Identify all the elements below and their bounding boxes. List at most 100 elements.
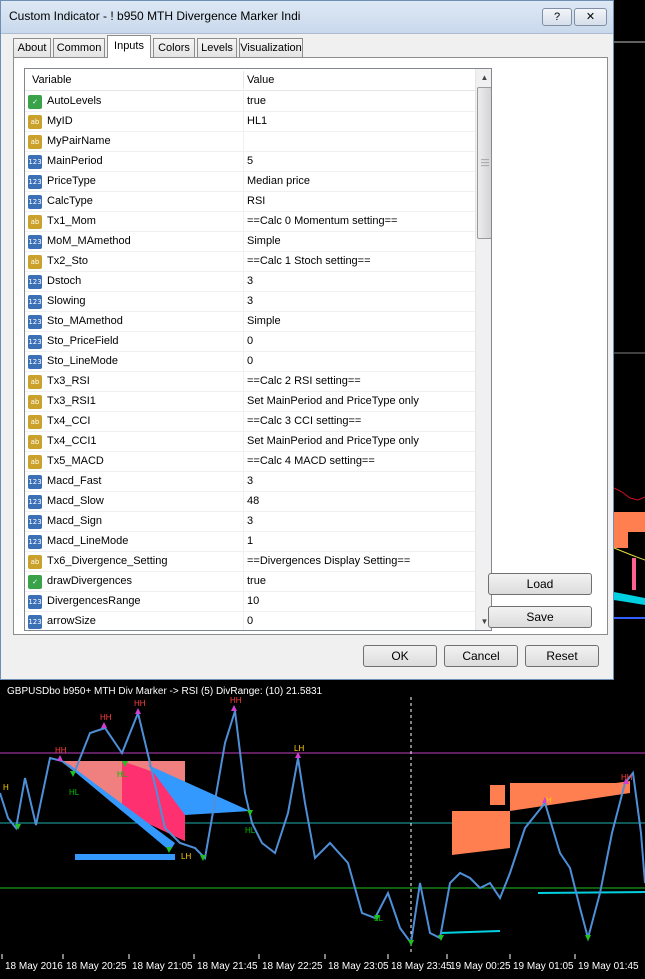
load-button[interactable]: Load [488, 573, 592, 595]
integer-icon: 123 [28, 475, 42, 489]
variable-name: drawDivergences [47, 575, 132, 587]
integer-icon: 123 [28, 535, 42, 549]
cancel-button[interactable]: Cancel [444, 645, 518, 667]
variable-value[interactable]: 10 [247, 595, 472, 607]
help-button[interactable]: ? [542, 8, 572, 26]
integer-icon: 123 [28, 155, 42, 169]
variable-value[interactable]: ==Calc 2 RSI setting== [247, 375, 472, 387]
variable-value[interactable]: Simple [247, 235, 472, 247]
close-button[interactable]: ✕ [574, 8, 607, 26]
input-row[interactable]: 123 PriceType Median price [25, 172, 475, 192]
variable-name: Tx4_CCI [47, 415, 91, 427]
variable-value[interactable]: ==Calc 3 CCI setting== [247, 415, 472, 427]
variable-value[interactable]: 0 [247, 355, 472, 367]
save-button[interactable]: Save [488, 606, 592, 628]
scroll-up-arrow-icon[interactable]: ▲ [477, 69, 491, 86]
input-row[interactable]: ab Tx1_Mom ==Calc 0 Momentum setting== [25, 212, 475, 232]
input-row[interactable]: ab Tx4_CCI ==Calc 3 CCI setting== [25, 412, 475, 432]
variable-value[interactable]: Simple [247, 315, 472, 327]
variable-value[interactable]: 5 [247, 155, 472, 167]
ok-button[interactable]: OK [363, 645, 437, 667]
time-label: 18 May 23:05 [328, 961, 389, 972]
tab-visualization[interactable]: Visualization [239, 38, 303, 58]
tab-common[interactable]: Common [53, 38, 105, 58]
tab-about[interactable]: About [13, 38, 51, 58]
column-header-variable[interactable]: Variable [32, 74, 72, 86]
input-row[interactable]: 123 MoM_MAmethod Simple [25, 232, 475, 252]
variable-value[interactable]: ==Divergences Display Setting== [247, 555, 472, 567]
input-row[interactable]: 123 Sto_LineMode 0 [25, 352, 475, 372]
input-row[interactable]: ab Tx3_RSI1 Set MainPeriod and PriceType o… [25, 392, 475, 412]
grip-icon: — — — [481, 155, 489, 170]
swing-marker-label: H [3, 783, 9, 792]
indicator-chart[interactable]: 18 May 2016 18 May 20:25 18 May 21:05 18 Ma… [0, 683, 645, 979]
input-row[interactable]: 123 Dstoch 3 [25, 272, 475, 292]
input-row[interactable]: ✓ AutoLevels true [25, 92, 475, 112]
variable-value[interactable]: ==Calc 1 Stoch setting== [247, 255, 472, 267]
scroll-thumb[interactable]: — — — [477, 87, 491, 239]
string-icon: ab [28, 135, 42, 149]
input-row[interactable]: ✓ drawDivergences true [25, 572, 475, 592]
input-row[interactable]: 123 Slowing 3 [25, 292, 475, 312]
tab-levels[interactable]: Levels [197, 38, 237, 58]
column-header-value[interactable]: Value [247, 74, 274, 86]
time-label: 19 May 00:25 [450, 961, 511, 972]
variable-value[interactable]: 0 [247, 615, 472, 627]
string-icon: ab [28, 415, 42, 429]
input-row[interactable]: 123 Sto_MAmethod Simple [25, 312, 475, 332]
input-row[interactable]: ab Tx3_RSI ==Calc 2 RSI setting== [25, 372, 475, 392]
variable-name: MoM_MAmethod [47, 235, 131, 247]
tab-inputs[interactable]: Inputs [107, 35, 151, 58]
variable-value[interactable]: 48 [247, 495, 472, 507]
string-icon: ab [28, 215, 42, 229]
integer-icon: 123 [28, 335, 42, 349]
variable-value[interactable]: ==Calc 0 Momentum setting== [247, 215, 472, 227]
variable-value[interactable]: HL1 [247, 115, 472, 127]
integer-icon: 123 [28, 275, 42, 289]
variable-value[interactable]: 1 [247, 535, 472, 547]
variable-value[interactable]: 3 [247, 275, 472, 287]
swing-marker-label: HL [245, 826, 256, 835]
background-chart-slice [613, 0, 645, 683]
integer-icon: 123 [28, 515, 42, 529]
indicator-dialog: Custom Indicator - ! b950 MTH Divergence… [0, 0, 614, 680]
string-icon: ab [28, 375, 42, 389]
input-row[interactable]: 123 Macd_LineMode 1 [25, 532, 475, 552]
variable-value[interactable]: RSI [247, 195, 472, 207]
variable-name: Tx3_RSI [47, 375, 90, 387]
variable-value[interactable]: 3 [247, 515, 472, 527]
variable-value[interactable]: ==Calc 4 MACD setting== [247, 455, 472, 467]
input-row[interactable]: ab MyPairName [25, 132, 475, 152]
input-row[interactable]: 123 Macd_Fast 3 [25, 472, 475, 492]
input-row[interactable]: 123 arrowSize 0 [25, 612, 475, 630]
variable-value[interactable]: 3 [247, 475, 472, 487]
input-row[interactable]: 123 CalcType RSI [25, 192, 475, 212]
variable-name: Sto_MAmethod [47, 315, 123, 327]
variable-value[interactable]: Median price [247, 175, 472, 187]
input-row[interactable]: 123 Macd_Slow 48 [25, 492, 475, 512]
input-row[interactable]: 123 Macd_Sign 3 [25, 512, 475, 532]
variable-value[interactable]: true [247, 95, 472, 107]
variable-value[interactable]: Set MainPeriod and PriceType only [247, 435, 472, 447]
input-row[interactable]: ab Tx5_MACD ==Calc 4 MACD setting== [25, 452, 475, 472]
variable-name: Tx3_RSI1 [47, 395, 96, 407]
input-row[interactable]: 123 Sto_PriceField 0 [25, 332, 475, 352]
variable-value[interactable]: Set MainPeriod and PriceType only [247, 395, 472, 407]
background-chart-graphics [613, 41, 645, 619]
input-row[interactable]: 123 MainPeriod 5 [25, 152, 475, 172]
title-bar[interactable]: Custom Indicator - ! b950 MTH Divergence… [1, 1, 613, 34]
reset-button[interactable]: Reset [525, 645, 599, 667]
time-label: 18 May 22:25 [262, 961, 323, 972]
input-row[interactable]: 123 DivergencesRange 10 [25, 592, 475, 612]
input-row[interactable]: ab Tx2_Sto ==Calc 1 Stoch setting== [25, 252, 475, 272]
vertical-scrollbar[interactable]: ▲ — — — ▼ [475, 69, 491, 630]
variable-name: MyPairName [47, 135, 111, 147]
variable-value[interactable]: 0 [247, 335, 472, 347]
variable-value[interactable]: 3 [247, 295, 472, 307]
input-row[interactable]: ab Tx6_Divergence_Setting ==Divergences Di… [25, 552, 475, 572]
integer-icon: 123 [28, 355, 42, 369]
variable-value[interactable]: true [247, 575, 472, 587]
input-row[interactable]: ab MyID HL1 [25, 112, 475, 132]
input-row[interactable]: ab Tx4_CCI1 Set MainPeriod and PriceType o… [25, 432, 475, 452]
tab-colors[interactable]: Colors [153, 38, 195, 58]
